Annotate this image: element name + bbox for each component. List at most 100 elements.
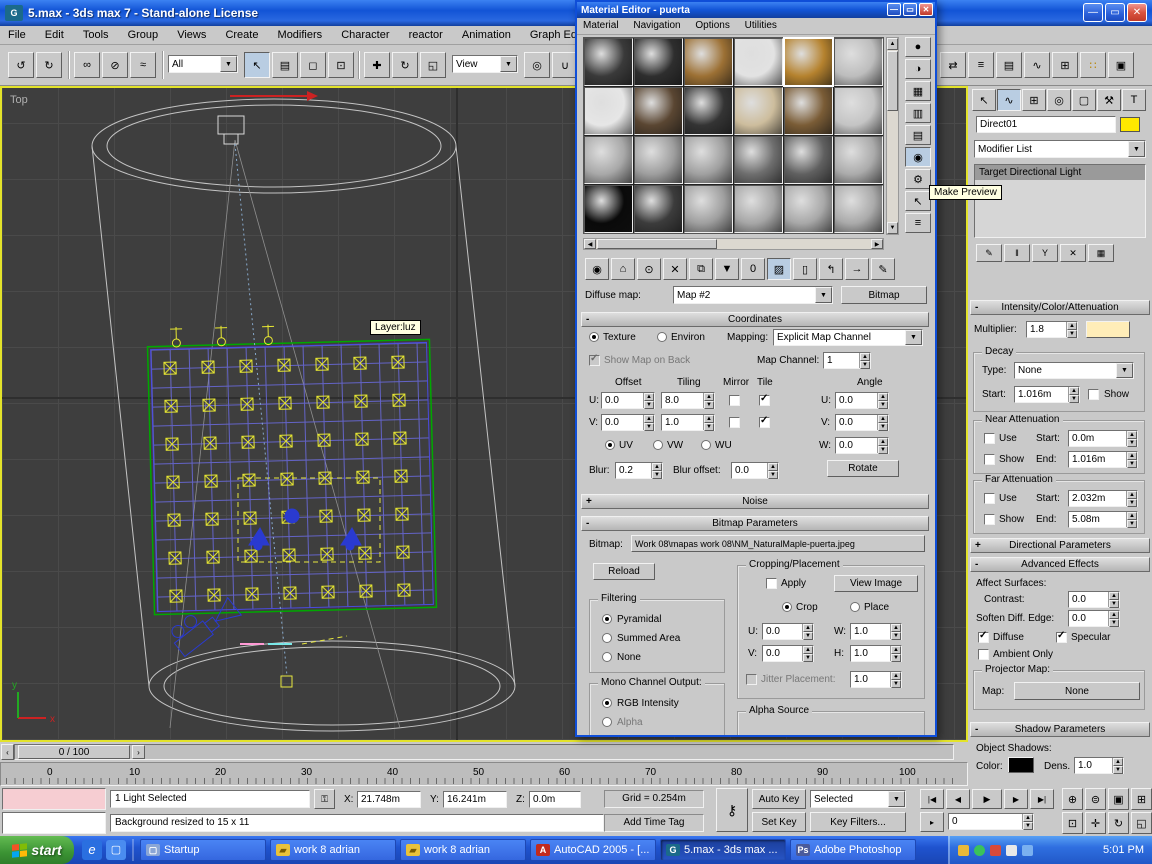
set-keys-button[interactable]: ⚷ bbox=[716, 788, 748, 832]
crop-v-spinner[interactable] bbox=[802, 646, 813, 661]
selection-lock-button[interactable]: ⚿ bbox=[314, 789, 335, 809]
get-material-button[interactable]: ◉ bbox=[585, 258, 609, 280]
density-field[interactable]: 1.0 bbox=[1074, 757, 1124, 774]
select-and-scale-button[interactable]: ◱ bbox=[420, 52, 446, 78]
scroll-right-icon[interactable]: ▶ bbox=[871, 239, 883, 249]
background-button[interactable]: ▦ bbox=[905, 81, 931, 101]
vw-radio[interactable] bbox=[653, 440, 663, 450]
scroll-thumb[interactable] bbox=[887, 51, 898, 111]
angle-w-field[interactable]: 0.0 bbox=[835, 437, 889, 454]
taskbar-task-work8-1[interactable]: ▰ work 8 adrian bbox=[270, 839, 396, 861]
menu-options[interactable]: Options bbox=[689, 18, 735, 33]
remove-modifier-button[interactable]: ✕ bbox=[1060, 244, 1086, 262]
material-options-button[interactable]: ⚙ bbox=[905, 169, 931, 189]
sample-slot[interactable] bbox=[734, 87, 783, 135]
soften-field[interactable]: 0.0 bbox=[1068, 610, 1120, 627]
object-name-field[interactable]: Direct01 bbox=[976, 116, 1116, 133]
menu-character[interactable]: Character bbox=[333, 26, 397, 44]
projector-map-button[interactable]: None bbox=[1014, 682, 1140, 700]
scroll-thumb[interactable] bbox=[597, 239, 717, 249]
put-material-to-scene-button[interactable]: ⌂ bbox=[611, 258, 635, 280]
crop-radio[interactable] bbox=[782, 602, 792, 612]
sample-slot[interactable] bbox=[834, 136, 883, 184]
tab-create[interactable]: ↖ bbox=[972, 89, 996, 111]
material-editor-close-button[interactable]: ✕ bbox=[919, 3, 933, 16]
map-type-button[interactable]: Bitmap bbox=[841, 286, 927, 304]
rollout-shadow-parameters[interactable]: - Shadow Parameters bbox=[970, 722, 1150, 737]
put-to-library-button[interactable]: ▼ bbox=[715, 258, 739, 280]
select-by-name-button[interactable]: ▤ bbox=[272, 52, 298, 78]
offset-v-spinner[interactable] bbox=[643, 415, 654, 430]
decay-show-checkbox[interactable] bbox=[1088, 389, 1099, 400]
sample-slot[interactable] bbox=[834, 185, 883, 233]
tiling-u-field[interactable]: 8.0 bbox=[661, 392, 715, 409]
jitter-placement-field[interactable]: 1.0 bbox=[850, 671, 902, 688]
zoom-region-button[interactable]: ⊡ bbox=[1062, 812, 1083, 834]
density-spinner[interactable] bbox=[1112, 758, 1123, 773]
redo-button[interactable]: ↻ bbox=[36, 52, 62, 78]
start-button[interactable]: start bbox=[0, 836, 74, 864]
blur-offset-field[interactable]: 0.0 bbox=[731, 462, 779, 479]
bitmap-path-button[interactable]: Work 08\mapas work 08\NM_NaturalMaple-pu… bbox=[631, 535, 925, 552]
y-coordinate-field[interactable]: 16.241m bbox=[443, 791, 507, 808]
tiling-v-spinner[interactable] bbox=[703, 415, 714, 430]
angle-u-field[interactable]: 0.0 bbox=[835, 392, 889, 409]
uv-radio[interactable] bbox=[605, 440, 615, 450]
reset-map-button[interactable]: ✕ bbox=[663, 258, 687, 280]
arc-rotate-button[interactable]: ↻ bbox=[1108, 812, 1129, 834]
tiling-v-field[interactable]: 1.0 bbox=[661, 414, 715, 431]
taskbar-task-3dsmax[interactable]: G 5.max - 3ds max ... bbox=[660, 839, 786, 861]
tray-icon-1[interactable] bbox=[958, 844, 969, 856]
blur-offset-spinner[interactable] bbox=[767, 463, 778, 478]
menu-create[interactable]: Create bbox=[217, 26, 266, 44]
map-channel-field[interactable]: 1 bbox=[823, 352, 871, 369]
soften-spinner[interactable] bbox=[1108, 611, 1119, 626]
shadow-color-swatch[interactable] bbox=[1008, 757, 1034, 773]
offset-u-spinner[interactable] bbox=[643, 393, 654, 408]
material-editor-button[interactable]: ∷ bbox=[1080, 52, 1106, 78]
next-key-button[interactable]: ▶ bbox=[1004, 789, 1028, 809]
menu-navigation[interactable]: Navigation bbox=[627, 18, 686, 33]
place-radio[interactable] bbox=[850, 602, 860, 612]
sample-slot[interactable] bbox=[634, 136, 683, 184]
show-map-on-back-checkbox[interactable] bbox=[589, 353, 600, 366]
angle-w-spinner[interactable] bbox=[877, 438, 888, 453]
sample-horizontal-scrollbar[interactable]: ◀ ▶ bbox=[583, 238, 884, 250]
angle-u-spinner[interactable] bbox=[877, 393, 888, 408]
video-color-check-button[interactable]: ▤ bbox=[905, 125, 931, 145]
far-end-field[interactable]: 5.08m bbox=[1068, 511, 1138, 528]
tab-modify[interactable]: ∿ bbox=[997, 89, 1021, 111]
wu-radio[interactable] bbox=[701, 440, 711, 450]
tab-utilities[interactable]: ⚒ bbox=[1097, 89, 1121, 111]
crop-h-field[interactable]: 1.0 bbox=[850, 645, 902, 662]
multiplier-spinner[interactable] bbox=[1066, 322, 1077, 337]
maxscript-mini-listener-white[interactable] bbox=[2, 812, 106, 834]
light-array-object[interactable] bbox=[146, 320, 438, 616]
undo-button[interactable]: ↺ bbox=[8, 52, 34, 78]
menu-file[interactable]: File bbox=[0, 26, 34, 44]
key-step-toggle-button[interactable]: ▸ bbox=[920, 812, 944, 832]
x-coordinate-field[interactable]: 21.748m bbox=[357, 791, 421, 808]
blur-spinner[interactable] bbox=[651, 463, 662, 478]
restore-button[interactable]: ▭ bbox=[1105, 3, 1125, 22]
frame-spinner[interactable] bbox=[1022, 814, 1033, 829]
alpha-radio[interactable] bbox=[602, 717, 612, 727]
select-and-move-button[interactable]: ✚ bbox=[364, 52, 390, 78]
sample-slot[interactable] bbox=[634, 87, 683, 135]
set-key-button[interactable]: Set Key bbox=[752, 812, 806, 832]
far-end-spinner[interactable] bbox=[1126, 512, 1137, 527]
map-name-dropdown[interactable]: Map #2 bbox=[673, 286, 833, 304]
material-id-channel-button[interactable]: 0 bbox=[741, 258, 765, 280]
show-end-result-button[interactable]: ▯ bbox=[793, 258, 817, 280]
minimize-button[interactable]: — bbox=[1083, 3, 1103, 22]
apply-checkbox[interactable] bbox=[766, 578, 777, 589]
sample-slot[interactable] bbox=[784, 136, 833, 184]
make-material-copy-button[interactable]: ⧉ bbox=[689, 258, 713, 280]
pyramidal-radio[interactable] bbox=[602, 614, 612, 624]
reload-button[interactable]: Reload bbox=[593, 563, 655, 580]
make-preview-button[interactable]: ◉ bbox=[905, 147, 931, 167]
sample-slot[interactable] bbox=[684, 185, 733, 233]
menu-views[interactable]: Views bbox=[169, 26, 214, 44]
maxscript-mini-listener-pink[interactable] bbox=[2, 788, 106, 810]
sample-slot[interactable] bbox=[584, 87, 633, 135]
